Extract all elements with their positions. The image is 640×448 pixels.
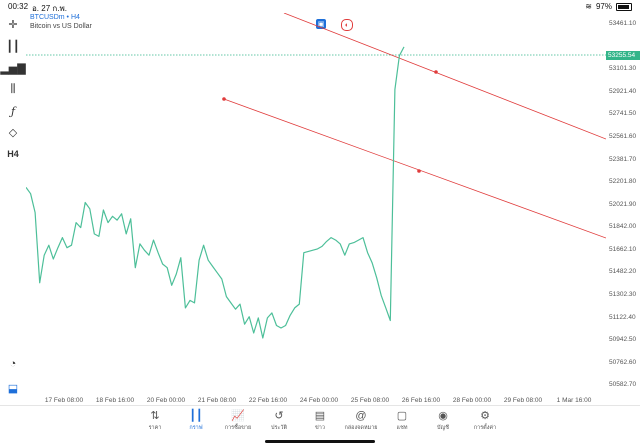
time-axis-label: 22 Feb 16:00 [248, 397, 288, 404]
chat-icon: ▢ [396, 410, 408, 422]
time-axis-label: 24 Feb 00:00 [299, 397, 339, 404]
time-axis-label: 28 Feb 00:00 [452, 397, 492, 404]
history-icon: ↺ [274, 410, 284, 422]
price-series-line [26, 46, 405, 339]
crosshair-icon[interactable]: ✛ [5, 16, 21, 32]
price-axis-label: 50942.50 [609, 336, 637, 344]
candles-icon[interactable]: ┃┃ [5, 38, 21, 54]
price-axis-label: 53101.30 [609, 65, 637, 73]
nav-item-mailbox[interactable]: @ กล่องจดหมาย [341, 409, 381, 432]
nav-label: กราฟ [189, 425, 203, 431]
time-axis-label: 29 Feb 08:00 [503, 397, 543, 404]
nav-item-account[interactable]: ◉ บัญชี [423, 409, 463, 432]
channel-lower-line[interactable] [223, 98, 606, 239]
sliders-icon[interactable]: ⫼ [5, 81, 21, 97]
news-icon: ▤ [314, 410, 326, 422]
time-axis-label: 18 Feb 16:00 [95, 397, 135, 404]
price-axis-label: 51842.00 [609, 223, 637, 231]
price-axis-label: 52741.50 [609, 110, 637, 118]
price-chart[interactable] [26, 13, 606, 397]
battery-icon [616, 2, 632, 11]
time-axis-label: 17 Feb 08:00 [44, 397, 84, 404]
price-axis-label: 52381.70 [609, 155, 637, 163]
bar-chart-icon[interactable]: ▂▅▇ [0, 60, 25, 76]
left-toolbar: ✛ ┃┃ ▂▅▇ ⫼ ƒ ◇ H4 ◔ ⬓ [0, 12, 26, 400]
nav-item-chart[interactable]: ┃┃ กราฟ [176, 409, 216, 432]
quotes-icon: ⇅ [150, 410, 160, 422]
battery-percent: 97% [595, 2, 612, 11]
time-axis-label: 21 Feb 08:00 [197, 397, 237, 404]
nav-item-chat[interactable]: ▢ แชท [382, 409, 422, 432]
trade-icon: 📈 [231, 410, 245, 422]
nav-label: ข่าว [315, 425, 325, 431]
account-icon: ◉ [438, 410, 448, 422]
time-axis-label: 26 Feb 16:00 [401, 397, 441, 404]
settings-icon: ⚙ [480, 410, 490, 422]
price-axis-label: 50582.70 [609, 381, 637, 389]
channel-anchor-upper[interactable] [434, 70, 438, 74]
price-axis-label: 51302.30 [609, 291, 637, 299]
price-axis: 53461.10 53101.30 52921.40 52741.50 52561.60… [606, 13, 640, 397]
price-axis-label: 50762.60 [609, 358, 637, 366]
nav-item-history[interactable]: ↺ ประวัติ [259, 409, 299, 432]
one-click-icon[interactable]: ⬓ [5, 380, 21, 396]
nav-item-quotes[interactable]: ⇅ ราคา [135, 409, 175, 432]
channel-anchor-start[interactable] [222, 97, 226, 101]
nav-item-settings[interactable]: ⚙ การตั้งค่า [465, 409, 505, 432]
time-axis-label: 25 Feb 08:00 [350, 397, 390, 404]
chart-icon: ┃┃ [189, 410, 203, 422]
price-axis-label: 52201.80 [609, 178, 637, 186]
status-right: ≋ 97% [585, 2, 632, 11]
nav-item-news[interactable]: ▤ ข่าว [300, 409, 340, 432]
nav-item-trade[interactable]: 📈 การซื้อขาย [218, 409, 258, 432]
price-axis-label: 51662.10 [609, 245, 637, 253]
nav-label: ราคา [148, 425, 162, 431]
status-bar: 00:32 อ. 27 ก.พ. ≋ 97% [0, 0, 640, 13]
mailbox-icon: @ [355, 410, 367, 422]
nav-label: แชท [396, 425, 408, 431]
time-axis-label: 1 Mar 16:00 [556, 397, 592, 404]
price-axis-label: 52561.60 [609, 133, 637, 141]
price-axis-label: 51482.20 [609, 268, 637, 276]
nav-label: บัญชี [437, 425, 449, 431]
status-time: 00:32 [8, 2, 29, 11]
wifi-icon: ≋ [585, 2, 592, 11]
current-price-tag: 53255.54 [606, 51, 640, 60]
price-axis-label: 53461.10 [609, 20, 637, 28]
nav-label: การตั้งค่า [473, 425, 497, 431]
home-indicator [265, 440, 375, 443]
time-axis-label: 20 Feb 00:00 [146, 397, 186, 404]
price-axis-label: 52021.90 [609, 200, 637, 208]
function-icon[interactable]: ƒ [5, 103, 21, 119]
price-axis-label: 51122.40 [609, 313, 636, 321]
shapes-icon[interactable]: ◇ [5, 124, 21, 140]
nav-label: ประวัติ [270, 425, 288, 431]
nav-label: การซื้อขาย [224, 425, 252, 431]
timeframe-button[interactable]: H4 [5, 146, 21, 162]
channel-anchor-lower[interactable] [417, 169, 421, 173]
channel-upper-line[interactable] [283, 13, 606, 140]
price-axis-label: 52921.40 [609, 87, 637, 95]
speed-icon[interactable]: ◔ [5, 356, 21, 372]
nav-label: กล่องจดหมาย [344, 425, 378, 431]
